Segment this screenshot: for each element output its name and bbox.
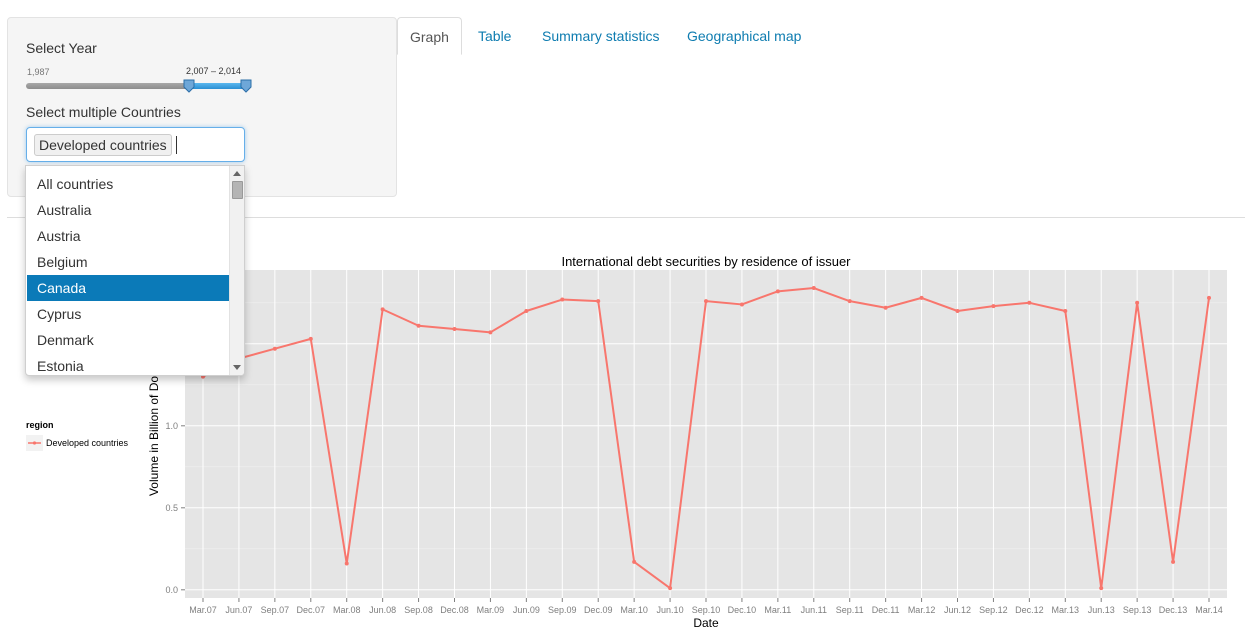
data-point [344,561,349,566]
x-tick-label: Jun.12 [944,605,971,615]
x-tick-label: Sep.11 [836,605,864,615]
year-label: Select Year [26,40,97,56]
tab-geographical-map[interactable]: Geographical map [687,17,801,55]
dropdown-option[interactable]: Denmark [27,327,229,353]
slider-handle-to[interactable] [240,79,252,93]
x-tick-label: Jun.09 [513,605,540,615]
x-tick-label: Dec.08 [440,605,469,615]
tab-graph[interactable]: Graph [397,17,462,55]
legend-entry-label: Developed countries [46,438,129,448]
x-tick-label: Mar.14 [1195,605,1223,615]
year-slider-range[interactable] [189,83,246,89]
selected-country-chip[interactable]: Developed countries [34,134,172,156]
x-tick-label: Dec.10 [728,605,757,615]
legend-title: region [26,420,54,430]
x-axis-ticks: Mar.07 Jun.07 Sep.07 Dec.07 Mar.08 Jun.08 Sep.… [189,598,1223,615]
y-axis-ticks: 0.0 0.5 1.0 [165,421,185,595]
slider-handle-from[interactable] [183,79,195,93]
data-point [883,305,888,310]
x-tick-label: Sep.07 [261,605,290,615]
data-point [668,586,673,591]
x-tick-label: Mar.08 [333,605,361,615]
x-tick-label: Dec.07 [297,605,326,615]
dropdown-option[interactable]: Belgium [27,249,229,275]
x-tick-label: Sep.13 [1123,605,1152,615]
app-root: International debt securities by residen… [0,0,1245,635]
data-point [1207,295,1211,300]
x-tick-label: Jun.08 [369,605,396,615]
data-point [991,304,996,309]
data-point [380,307,385,312]
legend: region Developed countries [26,420,129,451]
dropdown-option[interactable]: Austria [27,223,229,249]
chart-title: International debt securities by residen… [561,254,851,269]
country-dropdown[interactable]: All countries Australia Austria Belgium … [25,165,245,376]
data-point [1171,559,1176,564]
data-point [272,346,277,351]
data-point [775,289,780,294]
data-point [955,309,960,313]
x-tick-label: Mar.07 [189,605,217,615]
data-point [308,336,313,341]
x-tick-label: Jun.07 [225,605,252,615]
x-tick-label: Jun.10 [657,605,684,615]
scroll-up-arrow-icon[interactable] [233,171,241,176]
data-point [811,286,816,291]
x-tick-label: Mar.09 [477,605,505,615]
data-point [596,299,601,304]
data-point [919,295,924,300]
data-point [1099,586,1104,591]
tab-table[interactable]: Table [478,17,511,55]
y-tick-label: 0.5 [165,503,178,513]
text-caret [176,136,177,154]
data-point [560,297,565,302]
x-tick-label: Sep.09 [548,605,577,615]
x-tick-label: Dec.11 [872,605,900,615]
dropdown-option[interactable]: Cyprus [27,301,229,327]
data-point [452,327,457,332]
x-tick-label: Dec.12 [1015,605,1044,615]
data-point [1063,309,1068,313]
x-tick-label: Mar.10 [620,605,648,615]
y-tick-label: 1.0 [165,421,178,431]
dropdown-option[interactable]: Australia [27,197,229,223]
x-tick-label: Jun.13 [1088,605,1115,615]
country-multiselect[interactable]: Developed countries [26,127,245,162]
countries-label: Select multiple Countries [26,104,181,120]
x-tick-label: Mar.11 [764,605,791,615]
data-point [739,302,744,307]
data-point [1027,300,1032,305]
data-point [416,323,421,328]
slider-range-label: 2,007 – 2,014 [186,66,242,76]
x-tick-label: Dec.09 [584,605,613,615]
x-tick-label: Sep.12 [979,605,1008,615]
data-point [704,299,708,304]
x-tick-label: Mar.13 [1052,605,1080,615]
dropdown-option-highlighted[interactable]: Canada [27,275,229,301]
x-tick-label: Sep.10 [692,605,721,615]
x-tick-label: Jun.11 [801,605,827,615]
x-tick-label: Mar.12 [908,605,936,615]
tab-summary-statistics[interactable]: Summary statistics [542,17,659,55]
data-point [1135,300,1140,305]
data-point [488,330,493,335]
data-point [847,299,852,304]
data-point [632,559,637,564]
y-axis-label: Volume in Billion of Dolla [147,364,161,496]
slider-min-label: 1,987 [27,67,50,77]
x-axis-label: Date [693,616,719,630]
x-tick-label: Dec.13 [1159,605,1188,615]
dropdown-scrollbar[interactable] [229,166,244,375]
dropdown-option[interactable]: All countries [27,171,229,197]
scroll-down-arrow-icon[interactable] [233,365,241,370]
scroll-thumb[interactable] [232,181,243,199]
dropdown-option[interactable]: Estonia [27,353,229,375]
legend-key-point [32,441,37,445]
x-tick-label: Sep.08 [404,605,433,615]
y-tick-label: 0.0 [165,585,178,595]
data-point [524,309,529,313]
